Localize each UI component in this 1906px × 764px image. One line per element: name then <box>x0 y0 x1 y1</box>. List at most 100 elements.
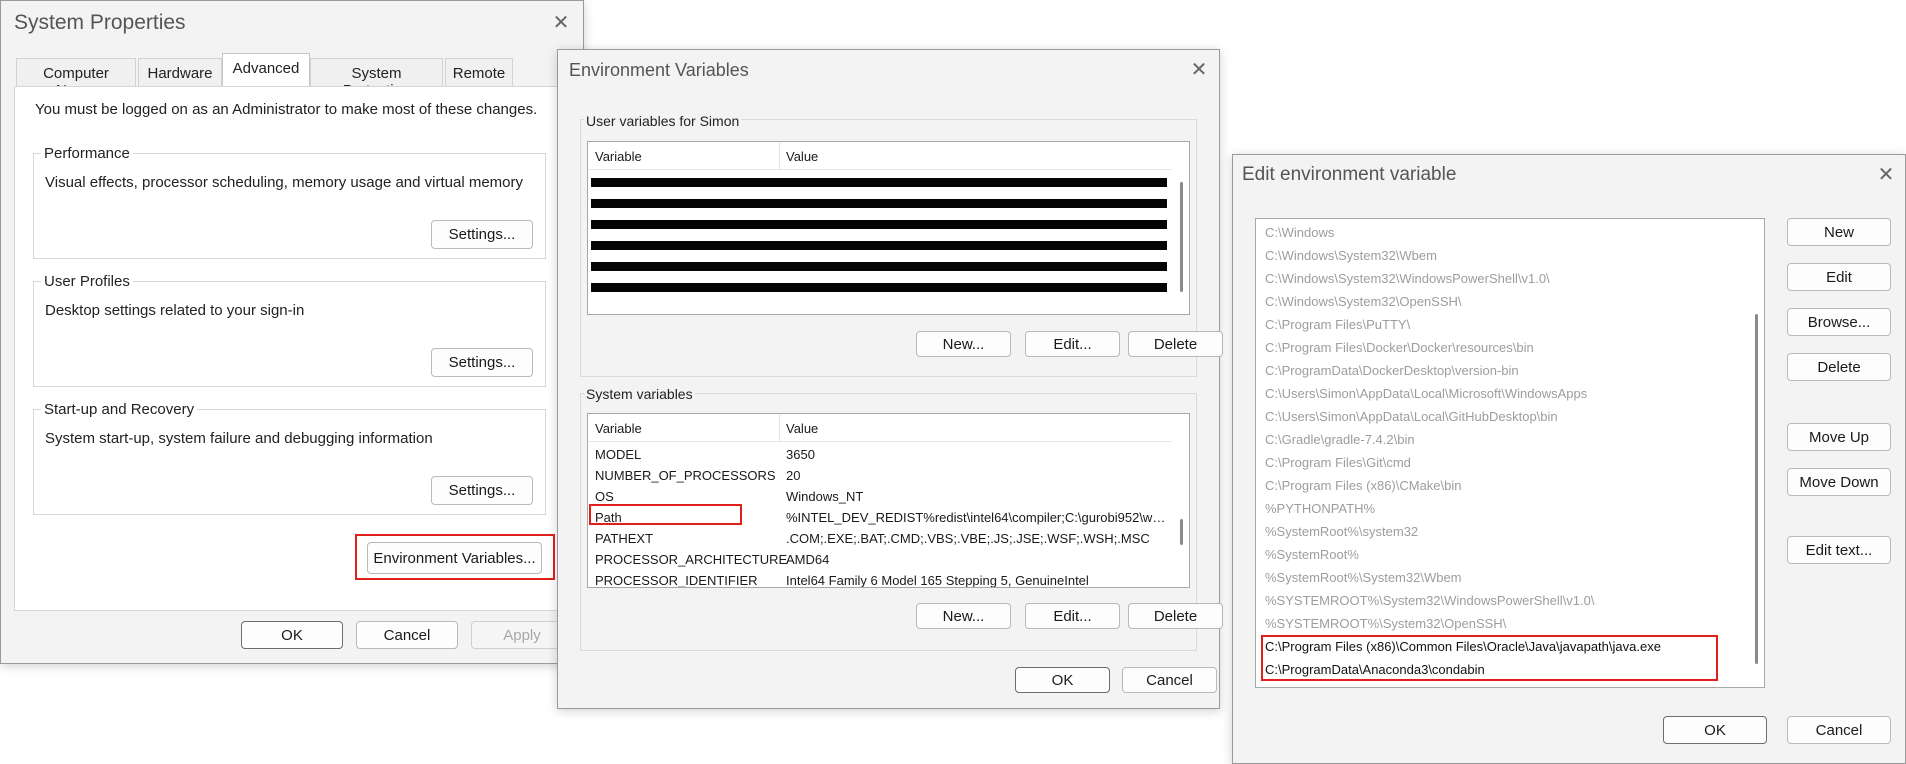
list-item[interactable]: C:\Windows\System32\OpenSSH\ <box>1265 294 1462 309</box>
list-item[interactable]: %SystemRoot% <box>1265 547 1359 562</box>
tab-computer-name[interactable]: Computer Name <box>16 58 136 99</box>
column-header-variable[interactable]: Variable <box>595 149 642 164</box>
path-list[interactable]: C:\Windows C:\Windows\System32\Wbem C:\W… <box>1255 218 1765 688</box>
system-new-button[interactable]: New... <box>916 603 1011 629</box>
list-item[interactable]: C:\Program Files\Git\cmd <box>1265 455 1411 470</box>
redacted-row <box>591 220 1167 229</box>
new-paths-highlight <box>1261 635 1718 681</box>
column-header-value[interactable]: Value <box>786 149 818 164</box>
variable-name: NUMBER_OF_PROCESSORS <box>595 468 776 483</box>
edit-button[interactable]: Edit <box>1787 263 1891 291</box>
ok-button[interactable]: OK <box>1663 716 1767 744</box>
system-properties-window: System Properties ✕ Computer Name Hardwa… <box>0 0 584 664</box>
list-item[interactable]: C:\Users\Simon\AppData\Local\GitHubDeskt… <box>1265 409 1558 424</box>
list-item[interactable]: C:\Windows\System32\Wbem <box>1265 248 1437 263</box>
startup-recovery-group: Start-up and Recovery System start-up, s… <box>33 401 546 515</box>
system-edit-button[interactable]: Edit... <box>1025 603 1120 629</box>
user-variables-label: User variables for Simon <box>584 113 742 129</box>
ok-button[interactable]: OK <box>1015 667 1110 693</box>
list-item[interactable]: %PYTHONPATH% <box>1265 501 1375 516</box>
table-row[interactable]: NUMBER_OF_PROCESSORS 20 <box>588 465 1189 486</box>
tab-system-protection[interactable]: System Protection <box>310 58 443 99</box>
user-variables-scrollbar[interactable] <box>1172 142 1189 314</box>
redacted-row <box>591 241 1167 250</box>
performance-group: Performance Visual effects, processor sc… <box>33 145 546 259</box>
move-up-button[interactable]: Move Up <box>1787 423 1891 451</box>
system-variables-list[interactable]: Variable Value MODEL 3650 NUMBER_OF_PROC… <box>587 413 1190 588</box>
edit-environment-variable-window: Edit environment variable ✕ C:\Windows C… <box>1232 154 1906 764</box>
environment-variables-highlight <box>355 534 555 580</box>
variable-name: PATHEXT <box>595 531 654 546</box>
variable-value: AMD64 <box>786 552 830 567</box>
performance-settings-button[interactable]: Settings... <box>431 220 533 249</box>
variable-name: PROCESSOR_ARCHITECTURE <box>595 552 788 567</box>
tab-remote[interactable]: Remote <box>445 58 513 86</box>
close-icon[interactable]: ✕ <box>549 11 573 35</box>
user-profiles-title: User Profiles <box>41 273 133 290</box>
user-profiles-settings-button[interactable]: Settings... <box>431 348 533 377</box>
list-item[interactable]: C:\Gradle\gradle-7.4.2\bin <box>1265 432 1415 447</box>
variable-value: Intel64 Family 6 Model 165 Stepping 5, G… <box>786 573 1089 588</box>
column-header-value[interactable]: Value <box>786 421 818 436</box>
cancel-button[interactable]: Cancel <box>356 621 458 649</box>
user-profiles-description: Desktop settings related to your sign-in <box>45 302 305 319</box>
system-variables-scrollbar[interactable] <box>1172 414 1189 587</box>
user-new-button[interactable]: New... <box>916 331 1011 357</box>
list-item[interactable]: %SYSTEMROOT%\System32\OpenSSH\ <box>1265 616 1506 631</box>
list-item[interactable]: C:\Program Files\Docker\Docker\resources… <box>1265 340 1534 355</box>
user-variables-header: Variable Value <box>588 142 1189 170</box>
user-variables-list[interactable]: Variable Value <box>587 141 1190 315</box>
admin-note: You must be logged on as an Administrato… <box>35 101 538 118</box>
variable-value: 20 <box>786 468 801 483</box>
ok-button[interactable]: OK <box>241 621 343 649</box>
table-row[interactable]: PATHEXT .COM;.EXE;.BAT;.CMD;.VBS;.VBE;.J… <box>588 528 1189 549</box>
scrollbar-thumb[interactable] <box>1180 519 1183 545</box>
system-variables-label: System variables <box>584 386 695 402</box>
close-icon[interactable]: ✕ <box>1187 58 1211 82</box>
variable-name: PROCESSOR_IDENTIFIER <box>595 573 758 588</box>
environment-variables-window: Environment Variables ✕ User variables f… <box>557 49 1223 709</box>
tab-hardware[interactable]: Hardware <box>138 58 222 86</box>
variable-value: %INTEL_DEV_REDIST%redist\intel64\compile… <box>786 510 1167 525</box>
list-item[interactable]: C:\Windows <box>1265 225 1334 240</box>
path-list-scrollbar[interactable] <box>1747 219 1764 687</box>
scrollbar-thumb[interactable] <box>1180 182 1183 292</box>
variable-name: MODEL <box>595 447 642 462</box>
tab-advanced[interactable]: Advanced <box>222 53 310 87</box>
close-icon[interactable]: ✕ <box>1874 163 1898 187</box>
cancel-button[interactable]: Cancel <box>1122 667 1217 693</box>
environment-variables-titlebar: Environment Variables ✕ <box>558 50 1219 96</box>
browse-button[interactable]: Browse... <box>1787 308 1891 336</box>
list-item[interactable]: C:\Windows\System32\WindowsPowerShell\v1… <box>1265 271 1550 286</box>
environment-variables-title: Environment Variables <box>569 60 749 80</box>
user-edit-button[interactable]: Edit... <box>1025 331 1120 357</box>
new-button[interactable]: New <box>1787 218 1891 246</box>
list-item[interactable]: %SystemRoot%\system32 <box>1265 524 1418 539</box>
startup-recovery-settings-button[interactable]: Settings... <box>431 476 533 505</box>
table-row[interactable]: PROCESSOR_IDENTIFIER Intel64 Family 6 Mo… <box>588 570 1189 588</box>
list-item[interactable]: C:\Program Files\PuTTY\ <box>1265 317 1410 332</box>
cancel-button[interactable]: Cancel <box>1787 716 1891 744</box>
edit-text-button[interactable]: Edit text... <box>1787 536 1891 564</box>
list-item[interactable]: C:\ProgramData\DockerDesktop\version-bin <box>1265 363 1519 378</box>
table-row[interactable]: PROCESSOR_ARCHITECTURE AMD64 <box>588 549 1189 570</box>
list-item[interactable]: C:\Users\Simon\AppData\Local\Microsoft\W… <box>1265 386 1587 401</box>
move-down-button[interactable]: Move Down <box>1787 468 1891 496</box>
list-item[interactable]: %SYSTEMROOT%\System32\WindowsPowerShell\… <box>1265 593 1594 608</box>
edit-env-titlebar: Edit environment variable ✕ <box>1233 155 1905 201</box>
redacted-row <box>591 178 1167 187</box>
table-row[interactable]: MODEL 3650 <box>588 444 1189 465</box>
variable-name: OS <box>595 489 614 504</box>
system-delete-button[interactable]: Delete <box>1128 603 1223 629</box>
list-item[interactable]: %SystemRoot%\System32\Wbem <box>1265 570 1462 585</box>
system-properties-titlebar: System Properties ✕ <box>1 1 583 47</box>
startup-recovery-description: System start-up, system failure and debu… <box>45 430 433 447</box>
startup-recovery-title: Start-up and Recovery <box>41 401 198 418</box>
scrollbar-thumb[interactable] <box>1755 314 1758 664</box>
list-item[interactable]: C:\Program Files (x86)\CMake\bin <box>1265 478 1462 493</box>
variable-value: 3650 <box>786 447 815 462</box>
delete-button[interactable]: Delete <box>1787 353 1891 381</box>
user-delete-button[interactable]: Delete <box>1128 331 1223 357</box>
edit-env-title: Edit environment variable <box>1242 164 1457 185</box>
column-header-variable[interactable]: Variable <box>595 421 642 436</box>
